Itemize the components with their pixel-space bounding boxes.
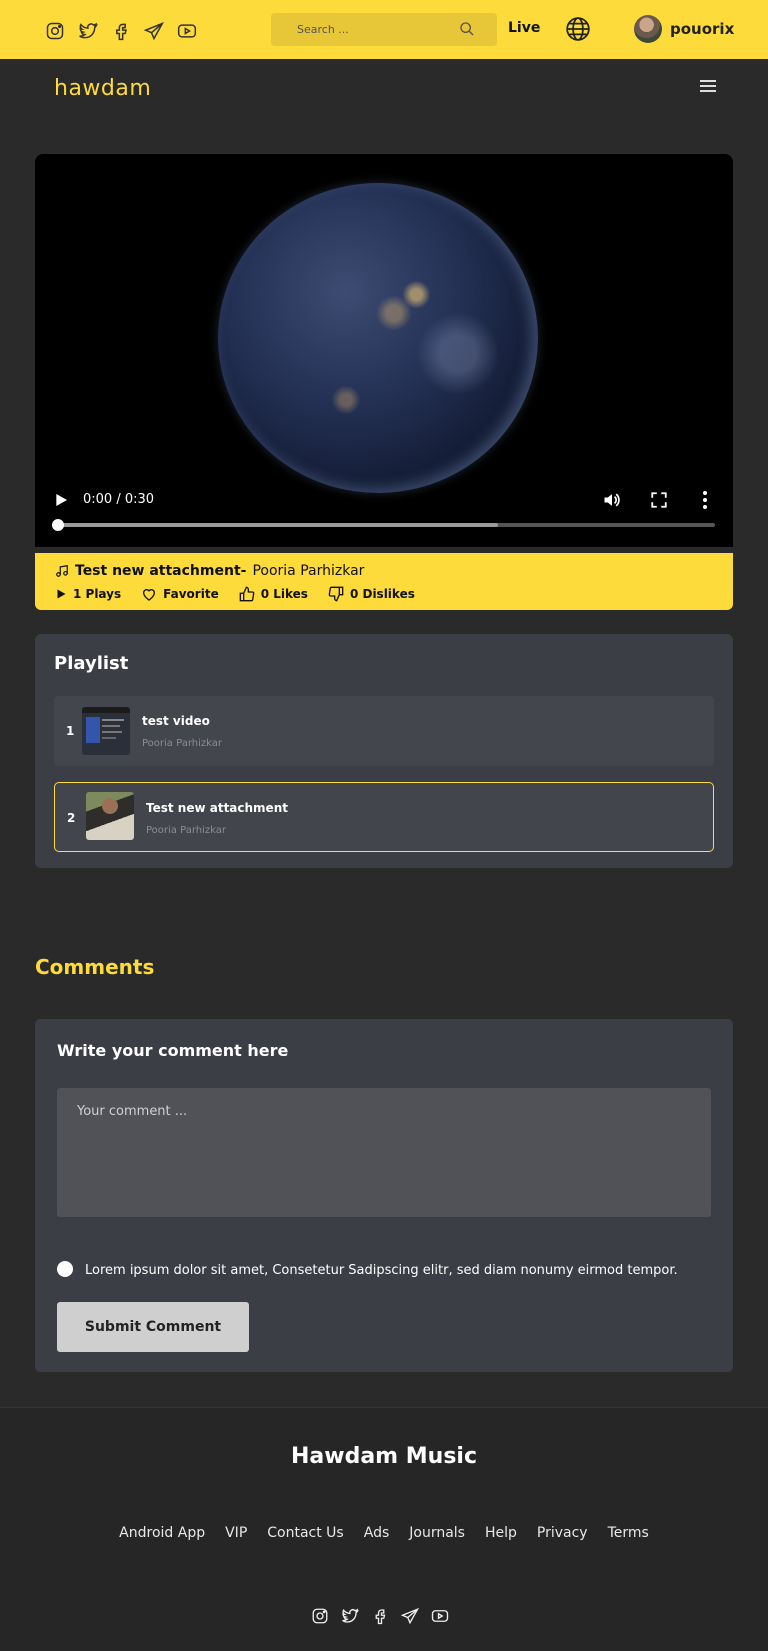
youtube-icon[interactable] — [431, 1607, 449, 1625]
instagram-icon[interactable] — [311, 1607, 329, 1625]
volume-icon[interactable] — [602, 490, 622, 510]
track-title-row: Test new attachment- Pooria Parhizkar — [55, 563, 364, 579]
track-artist[interactable]: Pooria Parhizkar — [252, 563, 364, 579]
logo[interactable]: hawdam — [54, 76, 151, 101]
username: pouorix — [670, 20, 735, 38]
fullscreen-icon[interactable] — [650, 491, 668, 509]
page: Live pouorix hawdam 0:00 / 0:30 Test new… — [0, 0, 768, 1651]
playlist-item-thumbnail — [86, 792, 134, 840]
search-box — [271, 13, 497, 46]
user-menu[interactable]: pouorix — [634, 15, 734, 43]
telegram-icon[interactable] — [144, 21, 164, 41]
video-time: 0:00 / 0:30 — [83, 492, 155, 507]
telegram-icon[interactable] — [401, 1607, 419, 1625]
submit-comment-button[interactable]: Submit Comment — [57, 1302, 249, 1352]
play-icon — [57, 589, 66, 599]
footer-social-links — [311, 1607, 461, 1625]
playlist-item-artist: Pooria Parhizkar — [146, 825, 226, 836]
playlist-item-title: Test new attachment — [146, 801, 288, 815]
footer-link-vip[interactable]: VIP — [225, 1525, 247, 1541]
more-options-icon[interactable] — [700, 490, 710, 510]
like-button[interactable]: 0 Likes — [239, 586, 308, 602]
comment-form-heading: Write your comment here — [57, 1041, 289, 1060]
progress-knob[interactable] — [52, 519, 64, 531]
footer-title: Hawdam Music — [291, 1444, 477, 1469]
playlist-item-active[interactable]: 2 Test new attachment Pooria Parhizkar — [54, 782, 714, 852]
dislikes-count: 0 Dislikes — [349, 587, 415, 601]
search-input[interactable] — [271, 13, 461, 46]
twitter-icon[interactable] — [78, 21, 98, 41]
playlist-item[interactable]: 1 test video Pooria Parhizkar — [54, 696, 714, 766]
favorite-button[interactable]: Favorite — [141, 586, 219, 602]
plays-count: 1 Plays — [73, 587, 122, 601]
video-progress-bar[interactable] — [52, 519, 715, 531]
avatar — [634, 15, 662, 43]
search-icon[interactable] — [459, 21, 475, 37]
track-info-bar: Test new attachment- Pooria Parhizkar 1 … — [35, 553, 733, 610]
live-link[interactable]: Live — [508, 20, 540, 36]
footer-link-ads[interactable]: Ads — [364, 1525, 390, 1541]
terms-radio[interactable] — [57, 1261, 73, 1277]
playlist-heading: Playlist — [54, 653, 129, 674]
buffered-bar — [57, 523, 498, 527]
likes-count: 0 Likes — [260, 587, 308, 601]
thumbs-down-icon — [328, 586, 344, 602]
favorite-label: Favorite — [163, 587, 219, 601]
instagram-icon[interactable] — [45, 21, 65, 41]
playlist-panel: Playlist 1 test video Pooria Parhizkar 2… — [35, 634, 733, 868]
video-frame-earth — [218, 183, 538, 493]
footer-link-help[interactable]: Help — [485, 1525, 517, 1541]
facebook-icon[interactable] — [371, 1607, 389, 1625]
playlist-item-number: 1 — [66, 724, 75, 738]
play-icon[interactable] — [53, 492, 69, 508]
video-player[interactable]: 0:00 / 0:30 — [35, 154, 733, 547]
music-note-icon — [56, 565, 68, 577]
playlist-item-number: 2 — [67, 811, 76, 825]
facebook-icon[interactable] — [111, 21, 131, 41]
footer: Hawdam Music Android App VIP Contact Us … — [0, 1407, 768, 1651]
twitter-icon[interactable] — [341, 1607, 359, 1625]
terms-text: Lorem ipsum dolor sit amet, Consetetur S… — [85, 1263, 678, 1278]
hamburger-menu-icon[interactable] — [700, 80, 716, 94]
dislike-button[interactable]: 0 Dislikes — [328, 586, 415, 602]
playlist-item-title: test video — [142, 714, 210, 728]
heart-icon — [143, 589, 156, 601]
footer-link-journals[interactable]: Journals — [409, 1525, 465, 1541]
playlist-item-thumbnail — [82, 707, 130, 755]
footer-links: Android App VIP Contact Us Ads Journals … — [0, 1525, 768, 1541]
footer-link-terms[interactable]: Terms — [608, 1525, 649, 1541]
social-links — [45, 21, 210, 41]
footer-link-contact-us[interactable]: Contact Us — [267, 1525, 343, 1541]
top-bar: Live pouorix — [0, 0, 768, 59]
track-title: Test new attachment- — [75, 563, 247, 579]
plays-stat: 1 Plays — [55, 587, 121, 601]
comment-form: Write your comment here Lorem ipsum dolo… — [35, 1019, 733, 1372]
youtube-icon[interactable] — [177, 21, 197, 41]
globe-icon[interactable] — [565, 16, 591, 42]
thumbs-up-icon — [239, 586, 255, 602]
footer-link-android-app[interactable]: Android App — [119, 1525, 205, 1541]
footer-link-privacy[interactable]: Privacy — [537, 1525, 588, 1541]
playlist-item-artist: Pooria Parhizkar — [142, 738, 222, 749]
track-stats: 1 Plays Favorite 0 Likes 0 Dislikes — [55, 586, 435, 602]
comment-input[interactable] — [57, 1088, 711, 1217]
comments-heading: Comments — [35, 955, 155, 979]
